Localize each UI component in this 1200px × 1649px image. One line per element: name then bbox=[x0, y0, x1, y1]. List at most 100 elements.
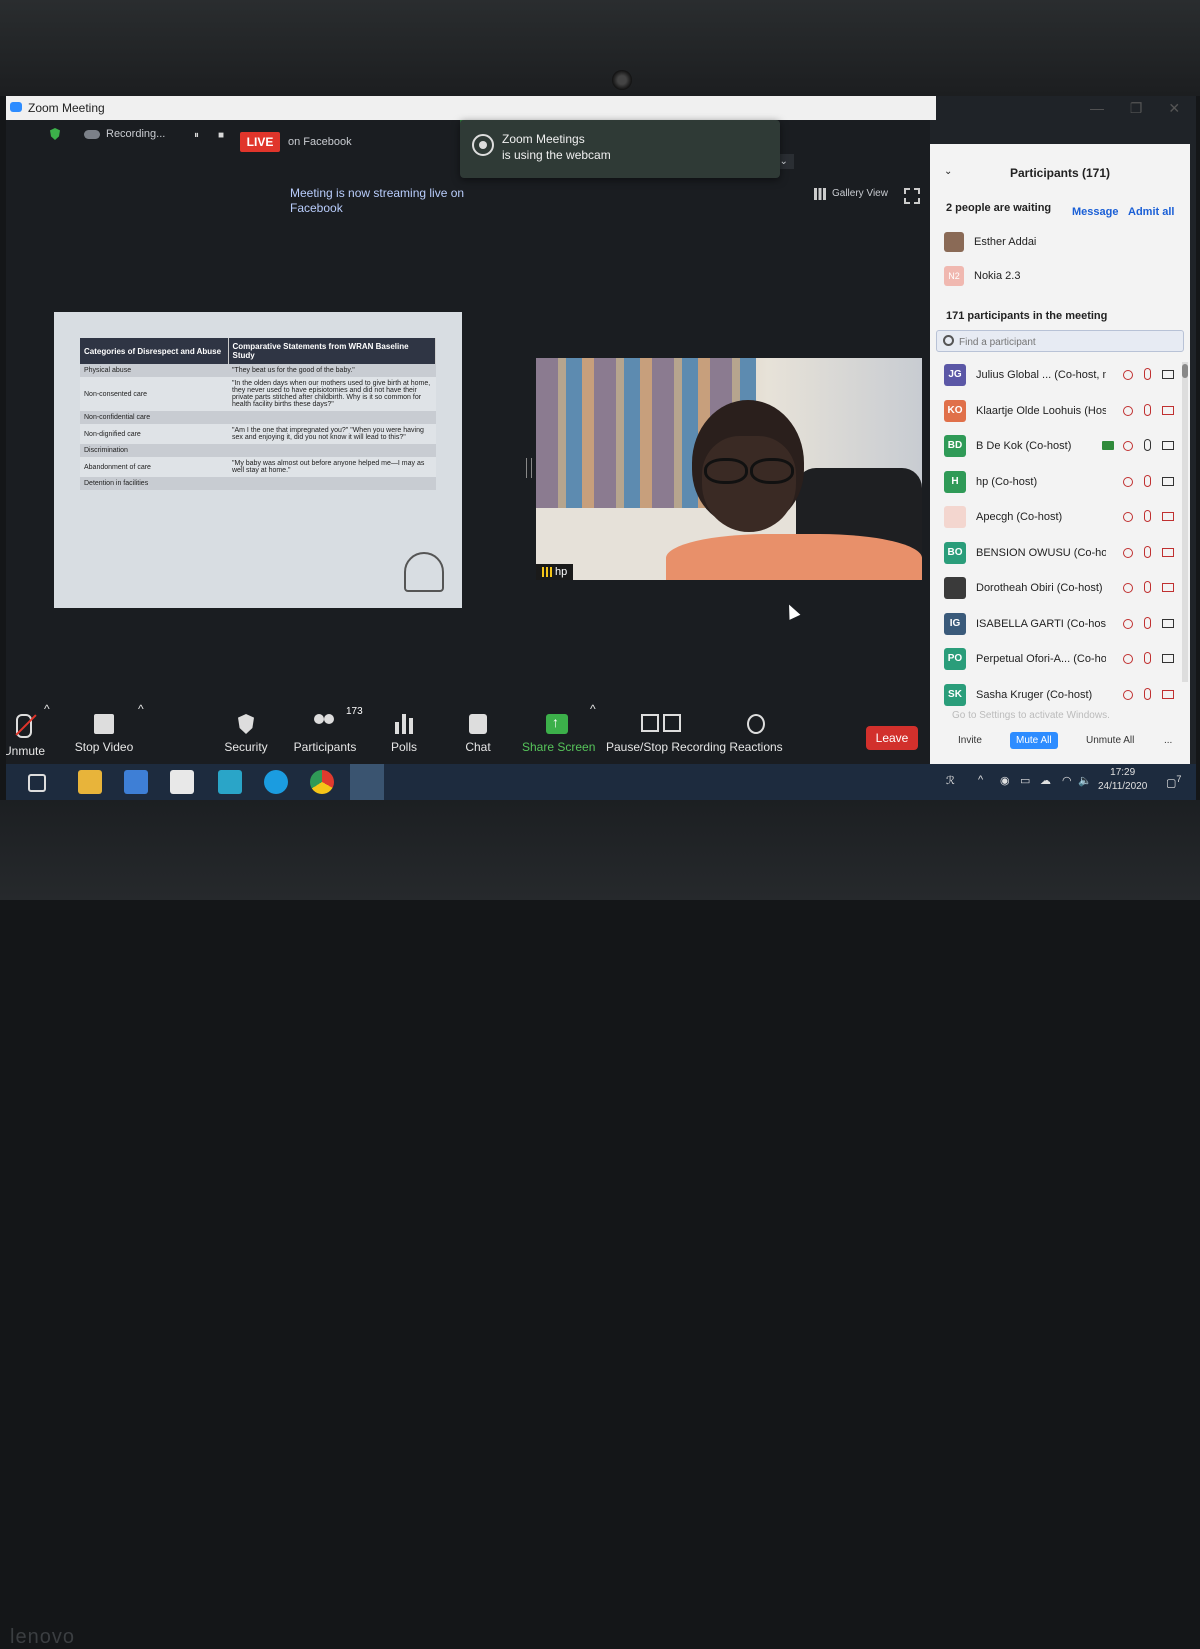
waiting-participant[interactable]: Esther Addai bbox=[944, 232, 1036, 254]
camera-off-icon[interactable] bbox=[1162, 583, 1174, 592]
participant-row[interactable]: BO BENSION OWUSU (Co-host) bbox=[930, 538, 1182, 574]
video-options-chevron-icon[interactable]: ^ bbox=[138, 702, 144, 764]
participant-row[interactable]: BD B De Kok (Co-host) bbox=[930, 431, 1182, 467]
system-clock[interactable]: 17:29 24/11/2020 bbox=[1098, 766, 1147, 794]
admit-all-link[interactable]: Admit all bbox=[1128, 206, 1174, 218]
camera-icon[interactable] bbox=[1162, 476, 1174, 486]
laptop-brand-logo: lenovo bbox=[10, 1626, 75, 1648]
audio-options-chevron-icon[interactable]: ^ bbox=[44, 702, 50, 764]
people-icon[interactable]: ℛ bbox=[946, 774, 955, 787]
participants-label: Participants bbox=[293, 740, 357, 754]
security-label: Security bbox=[224, 740, 268, 754]
wifi-icon[interactable]: ◠ bbox=[1062, 774, 1072, 787]
microphone-muted-icon[interactable] bbox=[1144, 581, 1151, 593]
onedrive-cloud-icon[interactable]: ☁ bbox=[1040, 774, 1051, 787]
microphone-muted-icon[interactable] bbox=[1144, 368, 1151, 380]
minimize-icon[interactable]: — bbox=[1090, 100, 1104, 116]
message-waiting-link[interactable]: Message bbox=[1072, 206, 1118, 218]
camera-icon[interactable] bbox=[1162, 654, 1174, 663]
share-options-chevron-icon[interactable]: ^ bbox=[590, 702, 596, 764]
chat-button[interactable]: Chat bbox=[448, 702, 508, 764]
microphone-icon[interactable] bbox=[1144, 439, 1151, 451]
mute-all-button[interactable]: Mute All bbox=[1010, 732, 1058, 749]
polls-button[interactable]: Polls bbox=[374, 702, 434, 764]
raise-hand-icon[interactable] bbox=[1123, 370, 1133, 380]
microphone-muted-icon[interactable] bbox=[1144, 403, 1151, 416]
camera-off-icon[interactable] bbox=[1162, 512, 1174, 521]
mail-icon[interactable] bbox=[124, 770, 148, 794]
splitter-handle[interactable] bbox=[526, 458, 532, 478]
scrollbar-thumb[interactable] bbox=[1182, 364, 1188, 378]
gallery-view-label[interactable]: Gallery View bbox=[832, 188, 888, 199]
microphone-muted-icon[interactable] bbox=[1144, 510, 1151, 522]
camera-off-icon[interactable] bbox=[1162, 405, 1174, 415]
participant-row[interactable]: IG ISABELLA GARTI (Co-host) bbox=[930, 609, 1182, 645]
camera-icon[interactable] bbox=[1162, 441, 1174, 450]
panel-title: Participants (171) bbox=[1009, 166, 1111, 180]
edge-browser-icon[interactable] bbox=[264, 770, 288, 794]
security-button[interactable]: Security bbox=[216, 702, 276, 764]
raise-hand-icon[interactable] bbox=[1123, 583, 1133, 593]
clock-date: 24/11/2020 bbox=[1098, 781, 1148, 792]
encryption-shield-icon[interactable] bbox=[50, 128, 60, 140]
camera-off-icon[interactable] bbox=[1162, 547, 1174, 557]
participant-row[interactable]: KO Klaartje Olde Loohuis (Host) bbox=[930, 396, 1182, 432]
microphone-muted-icon[interactable] bbox=[1144, 474, 1151, 487]
close-icon[interactable]: ✕ bbox=[1168, 100, 1180, 116]
raise-hand-icon[interactable] bbox=[1123, 405, 1133, 416]
live-badge[interactable]: LIVE bbox=[240, 132, 280, 152]
participant-row[interactable]: PO Perpetual Ofori-A... (Co-host) bbox=[930, 644, 1182, 680]
raise-hand-icon[interactable] bbox=[1123, 618, 1133, 629]
stop-video-button[interactable]: Stop Video bbox=[74, 702, 134, 764]
laptop-bezel-top bbox=[0, 0, 1200, 96]
battery-icon[interactable]: ▭ bbox=[1020, 774, 1030, 787]
waiting-participant[interactable]: N2 Nokia 2.3 bbox=[944, 266, 1020, 288]
fullscreen-icon[interactable] bbox=[904, 188, 920, 204]
stop-recording-button[interactable]: ■ bbox=[218, 130, 224, 141]
camera-icon[interactable] bbox=[1162, 370, 1174, 379]
raise-hand-icon[interactable] bbox=[1123, 512, 1133, 522]
microphone-muted-icon[interactable] bbox=[1144, 616, 1151, 629]
raise-hand-icon[interactable] bbox=[1123, 547, 1133, 558]
participant-row[interactable]: Apecgh (Co-host) bbox=[930, 502, 1182, 538]
store-icon[interactable] bbox=[170, 770, 194, 794]
tray-chevron-icon[interactable]: ^ bbox=[978, 774, 983, 786]
task-view-icon[interactable] bbox=[28, 774, 46, 792]
more-options-button[interactable]: ... bbox=[1158, 732, 1178, 749]
raise-hand-icon[interactable] bbox=[1123, 441, 1133, 451]
webcam-notification[interactable]: Zoom Meetings is using the webcam bbox=[460, 120, 780, 178]
leave-button[interactable]: Leave bbox=[866, 726, 918, 750]
gallery-view-icon[interactable] bbox=[814, 188, 826, 200]
volume-icon[interactable]: 🔈 bbox=[1078, 774, 1092, 787]
file-explorer-icon[interactable] bbox=[78, 770, 102, 794]
pause-stop-recording-button[interactable]: Pause/Stop Recording bbox=[606, 702, 726, 764]
wps-office-icon[interactable] bbox=[218, 770, 242, 794]
reactions-button[interactable]: Reactions bbox=[726, 702, 786, 764]
share-screen-button[interactable]: Share Screen bbox=[522, 702, 595, 764]
camera-off-icon[interactable] bbox=[1162, 689, 1174, 699]
raise-hand-icon[interactable] bbox=[1123, 654, 1133, 664]
notifications-icon[interactable]: ▢7 bbox=[1166, 774, 1182, 790]
participant-row[interactable]: Dorotheah Obiri (Co-host) bbox=[930, 573, 1182, 609]
pause-recording-button[interactable]: ⏸ bbox=[194, 130, 199, 141]
microphone-muted-icon[interactable] bbox=[1144, 545, 1151, 558]
raise-hand-icon[interactable] bbox=[1123, 689, 1133, 700]
unmute-all-button[interactable]: Unmute All bbox=[1080, 732, 1140, 749]
restore-icon[interactable]: ❐ bbox=[1130, 100, 1143, 116]
camera-icon[interactable] bbox=[1162, 618, 1174, 628]
participant-search[interactable] bbox=[936, 330, 1184, 352]
zoom-taskbar-icon[interactable] bbox=[350, 764, 384, 800]
chrome-browser-icon[interactable] bbox=[310, 770, 334, 794]
participant-row[interactable]: JG Julius Global ... (Co-host, me) bbox=[930, 360, 1182, 396]
participant-list-scrollbar[interactable] bbox=[1182, 362, 1188, 682]
tray-zoom-icon[interactable]: ◉ bbox=[1000, 774, 1010, 787]
participant-row[interactable]: Hhp (Co-host) bbox=[930, 467, 1182, 503]
avatar: H bbox=[944, 470, 966, 493]
participant-search-input[interactable] bbox=[957, 333, 1181, 351]
title-bar: Zoom Meeting bbox=[6, 96, 936, 120]
invite-button[interactable]: Invite bbox=[952, 732, 988, 749]
microphone-muted-icon[interactable] bbox=[1144, 652, 1151, 664]
speaker-video[interactable]: hp bbox=[536, 358, 922, 580]
microphone-muted-icon[interactable] bbox=[1144, 687, 1151, 700]
raise-hand-icon[interactable] bbox=[1123, 476, 1133, 487]
